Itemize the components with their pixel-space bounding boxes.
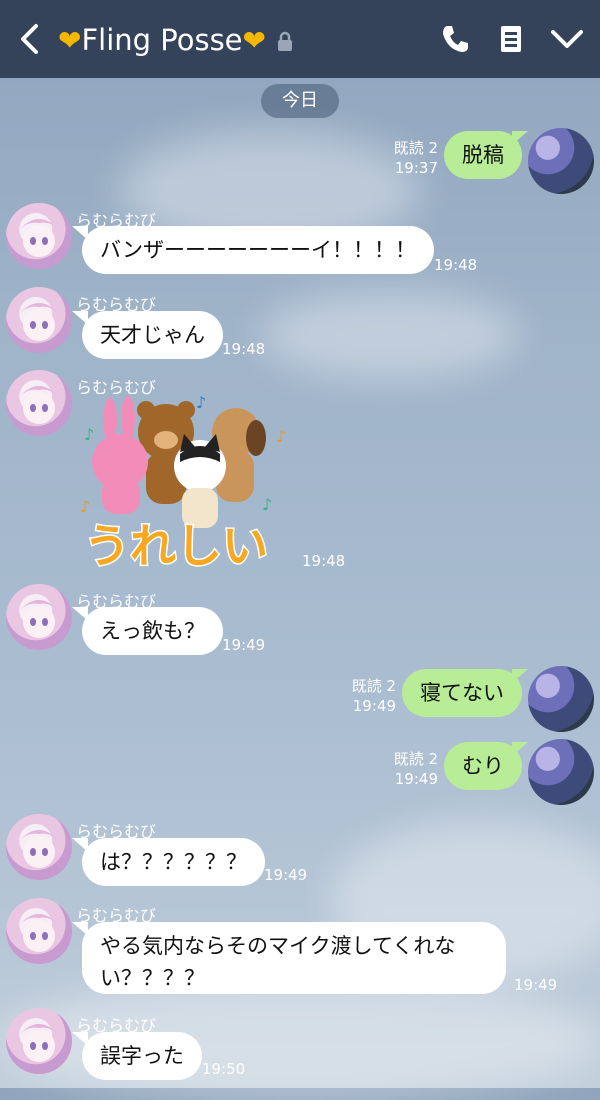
sender-avatar[interactable] bbox=[6, 287, 72, 353]
timestamp: 19:48 bbox=[434, 256, 478, 274]
timestamp: 19:49 bbox=[222, 636, 266, 654]
my-avatar[interactable] bbox=[528, 128, 594, 194]
timestamp: 19:49 bbox=[514, 976, 558, 994]
sender-avatar[interactable] bbox=[6, 898, 72, 964]
anime-face-icon bbox=[20, 303, 58, 341]
my-avatar[interactable] bbox=[528, 739, 594, 805]
phone-icon[interactable] bbox=[438, 22, 472, 56]
yellow-heart-icon: ❤ bbox=[242, 24, 266, 57]
sender-avatar[interactable] bbox=[6, 1008, 72, 1074]
timestamp: 19:49 bbox=[352, 697, 396, 715]
bubble-tail bbox=[512, 742, 528, 756]
bubble-tail bbox=[512, 669, 528, 683]
sticker-caption: うれしい bbox=[84, 519, 268, 573]
message-bubble[interactable]: 誤字った bbox=[82, 1032, 202, 1080]
svg-text:♪: ♪ bbox=[80, 497, 90, 516]
read-receipt: 既読 2 19:49 bbox=[378, 749, 438, 789]
svg-text:♪: ♪ bbox=[84, 425, 94, 444]
back-arrow-icon[interactable] bbox=[14, 20, 46, 58]
chevron-down-icon[interactable] bbox=[550, 22, 584, 56]
anime-face-icon bbox=[20, 1024, 58, 1062]
lock-icon bbox=[278, 31, 293, 51]
group-name: Fling Posse bbox=[81, 23, 243, 57]
timestamp: 19:49 bbox=[264, 866, 308, 884]
anime-face-icon bbox=[20, 386, 58, 424]
message-bubble[interactable]: 天才じゃん bbox=[82, 311, 223, 359]
anime-face-icon bbox=[20, 830, 58, 868]
read-receipt: 既読 2 19:49 bbox=[336, 676, 396, 716]
notes-icon[interactable] bbox=[494, 22, 528, 56]
sticker-image[interactable]: ♪ ♪ ♪ ♪ ♪ うれしい bbox=[76, 392, 300, 575]
message-bubble[interactable]: えっ飲も？ bbox=[82, 607, 223, 655]
message-bubble[interactable]: は？？？？？？ bbox=[82, 838, 265, 886]
anime-face-icon bbox=[20, 914, 58, 952]
sender-avatar[interactable] bbox=[6, 584, 72, 650]
sender-avatar[interactable] bbox=[6, 814, 72, 880]
timestamp: 19:37 bbox=[394, 159, 438, 177]
sender-avatar[interactable] bbox=[6, 370, 72, 436]
svg-text:♪: ♪ bbox=[196, 393, 206, 412]
message-bubble[interactable]: バンザーーーーーーーイ！！！！ bbox=[82, 226, 435, 274]
message-bubble[interactable]: むり bbox=[444, 742, 522, 790]
anime-face-icon bbox=[20, 219, 58, 257]
background-cloud bbox=[260, 290, 520, 380]
timestamp: 19:48 bbox=[222, 340, 266, 358]
chat-header: ❤Fling Posse❤ bbox=[0, 0, 600, 78]
read-receipt: 既読 2 19:37 bbox=[378, 138, 438, 178]
svg-text:♪: ♪ bbox=[276, 427, 286, 446]
my-avatar[interactable] bbox=[528, 666, 594, 732]
dancing-animals-sticker-icon: ♪ ♪ ♪ ♪ ♪ うれしい bbox=[80, 393, 286, 575]
message-bubble[interactable]: 寝てない bbox=[402, 669, 522, 717]
chat-title[interactable]: ❤Fling Posse❤ bbox=[58, 20, 295, 61]
bubble-tail bbox=[512, 131, 528, 145]
yellow-heart-icon: ❤ bbox=[58, 24, 82, 57]
timestamp: 19:48 bbox=[302, 552, 346, 570]
sender-avatar[interactable] bbox=[6, 203, 72, 269]
timestamp: 19:49 bbox=[394, 770, 438, 788]
message-bubble[interactable]: 脱稿 bbox=[444, 131, 522, 179]
message-bubble[interactable]: やる気内ならそのマイク渡してくれない？？？？ bbox=[82, 922, 506, 994]
svg-text:♪: ♪ bbox=[262, 495, 272, 514]
date-separator: 今日 bbox=[261, 84, 339, 118]
anime-face-icon bbox=[20, 600, 58, 638]
timestamp: 19:50 bbox=[202, 1060, 246, 1078]
